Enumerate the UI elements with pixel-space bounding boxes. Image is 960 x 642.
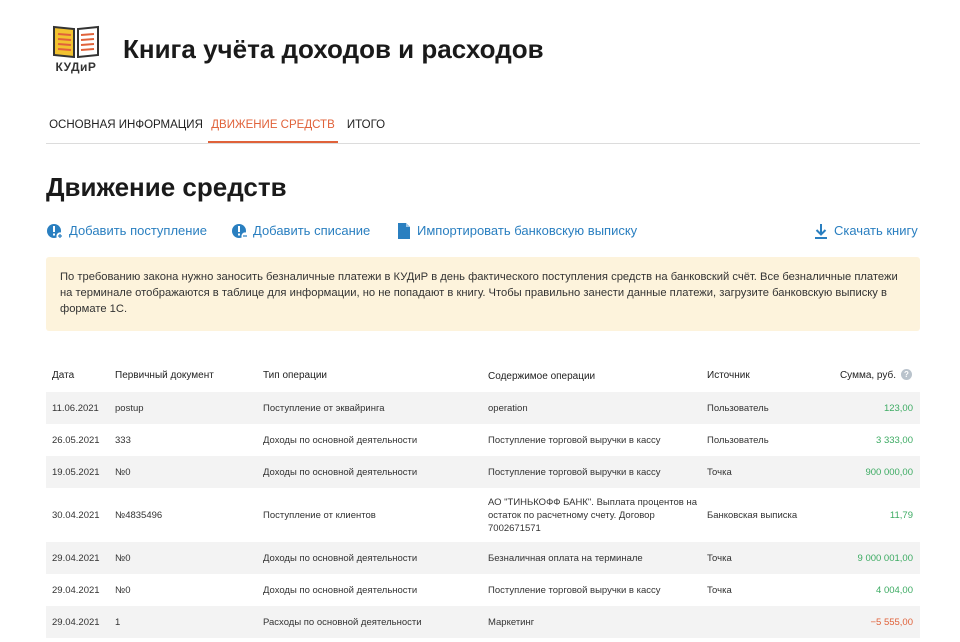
table-row[interactable]: 29.04.2021 1 Расходы по основной деятель… <box>46 606 920 638</box>
cell-date: 26.05.2021 <box>52 434 100 446</box>
tab-bar: Основная информация Движение средств Ито… <box>46 110 920 144</box>
cell-operation-type: Доходы по основной деятельности <box>263 434 418 446</box>
add-income-icon <box>47 224 64 240</box>
table-row[interactable]: 11.06.2021 postup Поступление от эквайри… <box>46 392 920 424</box>
cell-source: Банковская выписка <box>707 509 798 521</box>
cell-sum: 900 000,00 <box>865 466 913 478</box>
import-statement-button[interactable]: Импортировать банковскую выписку <box>395 220 655 242</box>
cell-source: Точка <box>707 552 732 564</box>
tab-total[interactable]: Итого <box>338 110 394 141</box>
cell-document: №0 <box>115 466 131 478</box>
help-icon[interactable]: ? <box>901 369 912 380</box>
page-title: Движение средств <box>46 172 287 202</box>
cell-operation-content: Поступление торговой выручки в кассу <box>488 584 661 596</box>
cell-sum: 4 004,00 <box>876 584 913 596</box>
cell-operation-content: Маркетинг <box>488 616 535 628</box>
add-income-label: Добавить поступление <box>69 223 207 238</box>
tab-main-info[interactable]: Основная информация <box>46 110 206 141</box>
cell-sum: 9 000 001,00 <box>857 552 913 564</box>
info-notice: По требованию закона нужно заносить безн… <box>46 257 920 331</box>
cell-document: №0 <box>115 552 131 564</box>
cell-sum: 11,79 <box>889 509 913 521</box>
add-expense-button[interactable]: Добавить списание <box>231 220 376 242</box>
cell-source: Пользователь <box>707 402 769 414</box>
cell-operation-type: Расходы по основной деятельности <box>263 616 422 628</box>
cell-operation-content: АО "ТИНЬКОФФ БАНК". Выплата процентов на… <box>488 496 697 534</box>
import-statement-label: Импортировать банковскую выписку <box>417 223 638 238</box>
download-book-button[interactable]: Скачать книгу <box>812 220 920 242</box>
cell-source: Точка <box>707 584 732 596</box>
cell-document: №4835496 <box>115 509 163 521</box>
document-icon <box>398 223 410 239</box>
cell-operation-type: Доходы по основной деятельности <box>263 584 418 596</box>
cell-operation-type: Доходы по основной деятельности <box>263 552 418 564</box>
column-header-date[interactable]: Дата <box>52 370 112 381</box>
column-header-sum[interactable]: Сумма, руб. <box>816 370 896 381</box>
table-row[interactable]: 19.05.2021 №0 Доходы по основной деятель… <box>46 456 920 488</box>
table-row[interactable]: 26.05.2021 333 Доходы по основной деятел… <box>46 424 920 456</box>
logo-text: КУДиР <box>55 60 97 74</box>
table-row[interactable]: 30.04.2021 №4835496 Поступление от клиен… <box>46 488 920 542</box>
table-row[interactable]: 29.04.2021 №0 Доходы по основной деятель… <box>46 542 920 574</box>
kudir-logo: КУДиР <box>50 24 102 76</box>
add-expense-icon <box>232 224 249 240</box>
column-header-operation-content[interactable]: Содержимое операции <box>488 370 698 383</box>
cell-document: 1 <box>115 616 121 628</box>
cell-sum: 123,00 <box>883 402 913 414</box>
cell-operation-type: Поступление от клиентов <box>263 509 376 521</box>
cell-source: Точка <box>707 466 732 478</box>
tab-cash-flow[interactable]: Движение средств <box>208 110 338 143</box>
cell-operation-content: Поступление торговой выручки в кассу <box>488 434 661 446</box>
cash-flow-table: Дата Первичный документ Тип операции Сод… <box>46 360 920 638</box>
cell-sum: −5 555,00 <box>870 616 913 628</box>
cell-document: №0 <box>115 584 131 596</box>
column-header-source[interactable]: Источник <box>707 370 817 381</box>
cell-date: 11.06.2021 <box>52 402 99 414</box>
add-income-button[interactable]: Добавить поступление <box>46 220 211 242</box>
cell-source <box>707 606 817 638</box>
cell-date: 19.05.2021 <box>52 466 100 478</box>
cell-date: 30.04.2021 <box>52 509 100 521</box>
download-icon <box>815 224 827 239</box>
add-expense-label: Добавить списание <box>253 223 371 238</box>
table-header: Дата Первичный документ Тип операции Сод… <box>46 360 920 392</box>
cell-date: 29.04.2021 <box>52 584 100 596</box>
table-row[interactable]: 29.04.2021 №0 Доходы по основной деятель… <box>46 574 920 606</box>
download-book-label: Скачать книгу <box>834 223 918 238</box>
column-header-operation-type[interactable]: Тип операции <box>263 370 483 381</box>
cell-sum: 3 333,00 <box>876 434 913 446</box>
cell-operation-type: Поступление от эквайринга <box>263 402 385 414</box>
app-title: Книга учёта доходов и расходов <box>123 34 544 64</box>
cell-operation-content: operation <box>488 402 528 414</box>
book-icon <box>53 25 99 58</box>
cell-source: Пользователь <box>707 434 769 446</box>
cell-document: 333 <box>115 434 131 446</box>
cell-date: 29.04.2021 <box>52 552 100 564</box>
action-toolbar: Добавить поступление Добавить списание И… <box>46 220 920 242</box>
cell-document: postup <box>115 402 144 414</box>
cell-operation-type: Доходы по основной деятельности <box>263 466 418 478</box>
cell-operation-content: Безналичная оплата на терминале <box>488 552 643 564</box>
column-header-document[interactable]: Первичный документ <box>115 370 255 381</box>
cell-operation-content: Поступление торговой выручки в кассу <box>488 466 661 478</box>
cell-date: 29.04.2021 <box>52 616 100 628</box>
app-header: КУДиР Книга учёта доходов и расходов <box>0 0 960 100</box>
